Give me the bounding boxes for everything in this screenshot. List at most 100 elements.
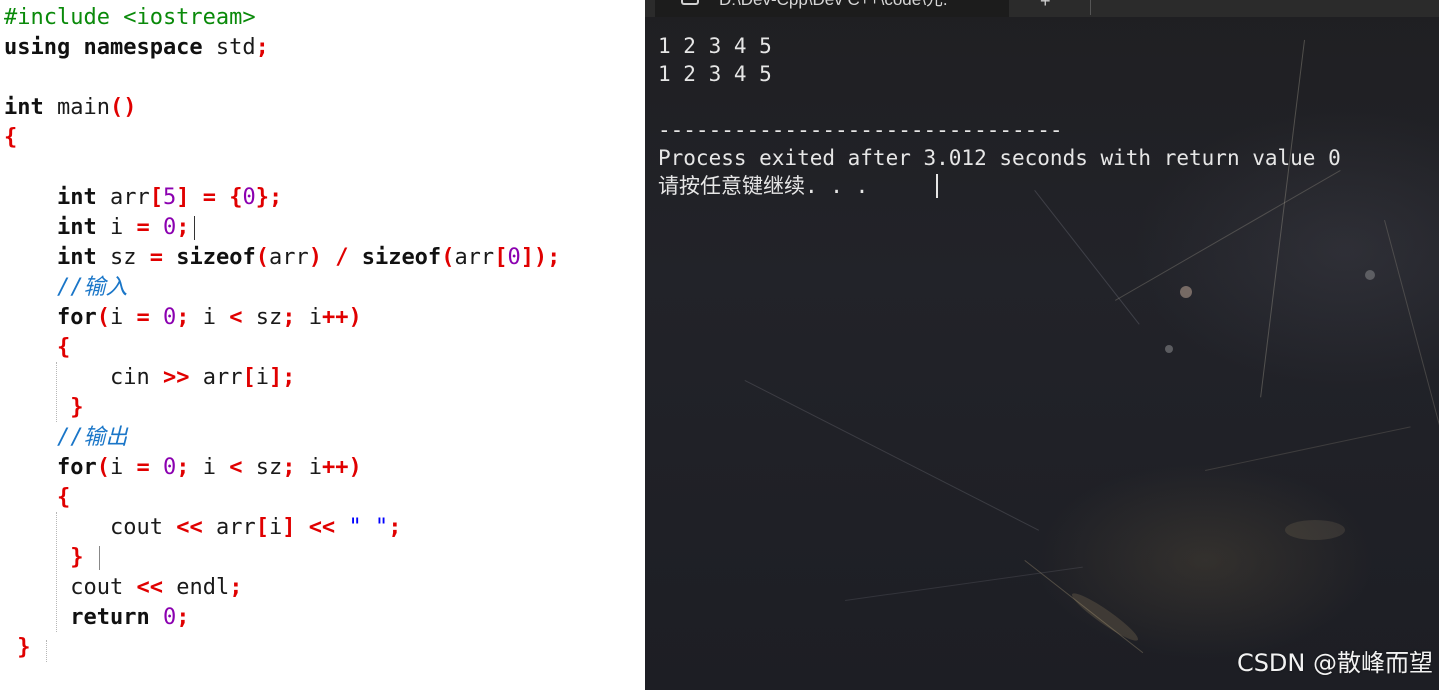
code-token: i (109, 455, 137, 480)
code-token: ] (176, 185, 190, 210)
code-token: }; (255, 185, 283, 210)
code-line: int main() (4, 93, 136, 123)
code-token: ; (282, 455, 296, 480)
code-token: arr (454, 245, 495, 270)
code-token: { (4, 125, 18, 150)
code-line: for(i = 0; i < sz; i++) (4, 303, 362, 333)
code-token: i (109, 305, 137, 330)
code-token: 0 (162, 305, 177, 330)
console-tab[interactable]: D:\Dev-Cpp\Dev C++\code\元... × (655, 0, 1009, 17)
code-token: cout (109, 515, 177, 540)
code-token: return (70, 605, 150, 630)
code-token: ; (255, 35, 269, 60)
console-titlebar: D:\Dev-Cpp\Dev C++\code\元... × + (645, 0, 1439, 17)
tab-divider (1090, 0, 1091, 15)
code-token: sz (242, 305, 283, 330)
new-tab-button[interactable]: + (1040, 0, 1051, 12)
code-line: //输出 (4, 423, 128, 453)
separator-line: -------------------------------- (658, 118, 1063, 142)
code-line: { (4, 333, 70, 363)
dust-spot (1285, 520, 1345, 540)
code-token: ]); (520, 245, 561, 270)
code-token: ( (441, 245, 455, 270)
code-token: / (335, 245, 349, 270)
code-line: int i = 0; (4, 213, 190, 243)
code-token: for (56, 455, 97, 480)
code-line: #include <iostream> (4, 3, 256, 33)
scratch-line (1034, 190, 1140, 325)
dust-spot (1365, 270, 1375, 280)
code-token: arr (202, 515, 256, 540)
scratch-line (1205, 426, 1411, 471)
indent-guide (56, 362, 57, 422)
scratch-line (1115, 170, 1341, 301)
code-token: } (70, 395, 84, 420)
code-token: #include <iostream> (4, 5, 256, 30)
code-line: } (4, 543, 83, 573)
code-line: int arr[5] = {0}; (4, 183, 282, 213)
code-token: } (70, 545, 84, 570)
code-line: } (4, 393, 83, 423)
code-token: 0 (507, 245, 521, 270)
code-line: cin >> arr[i]; (4, 363, 295, 393)
code-token: < (229, 455, 243, 480)
code-line: { (4, 483, 70, 513)
code-token: ; (176, 305, 190, 330)
scratch-line (845, 566, 1083, 601)
code-editor[interactable]: #include <iostream> using namespace std; i… (0, 0, 645, 690)
code-token: sz (242, 455, 283, 480)
code-token: ( (255, 245, 269, 270)
code-token: arr (268, 245, 309, 270)
code-token: sz (96, 245, 150, 270)
code-token: i (96, 215, 137, 240)
code-token: [ (255, 515, 269, 540)
code-token: //输出 (56, 425, 128, 450)
close-tab-button[interactable]: × (985, 0, 994, 3)
code-token: int (56, 185, 97, 210)
code-token: ++) (321, 455, 362, 480)
code-token: " " (348, 515, 389, 540)
code-token: ( (96, 305, 110, 330)
code-token: = (136, 215, 150, 240)
code-token: endl (162, 575, 230, 600)
process-exit-message: Process exited after 3.012 seconds with … (658, 146, 1341, 170)
bracket-marker (99, 546, 100, 570)
code-token: << (176, 515, 203, 540)
console-window[interactable]: D:\Dev-Cpp\Dev C++\code\元... × + 1 2 3 4… (645, 0, 1439, 690)
code-token: ; (176, 605, 190, 630)
code-token: << (308, 515, 336, 540)
code-line: } (4, 633, 30, 663)
code-token: { (56, 335, 71, 360)
code-token: 0 (242, 185, 256, 210)
terminal-cursor (936, 174, 938, 198)
code-token: cout (70, 575, 137, 600)
scratch-line (744, 380, 1040, 531)
code-token: for (56, 305, 97, 330)
csdn-watermark: CSDN @散峰而望 (1236, 649, 1433, 677)
text-cursor (194, 216, 195, 240)
code-token: arr (189, 365, 243, 390)
dust-spot (1165, 345, 1173, 353)
code-token: i (295, 455, 322, 480)
code-token: ; (176, 455, 190, 480)
terminal-icon (681, 0, 699, 5)
code-token: int (56, 245, 97, 270)
code-token: 0 (162, 605, 177, 630)
code-line: //输入 (4, 273, 128, 303)
code-token: sizeof (176, 245, 256, 270)
code-line: cout << arr[i] << " "; (4, 513, 401, 543)
code-token: ]; (268, 365, 296, 390)
